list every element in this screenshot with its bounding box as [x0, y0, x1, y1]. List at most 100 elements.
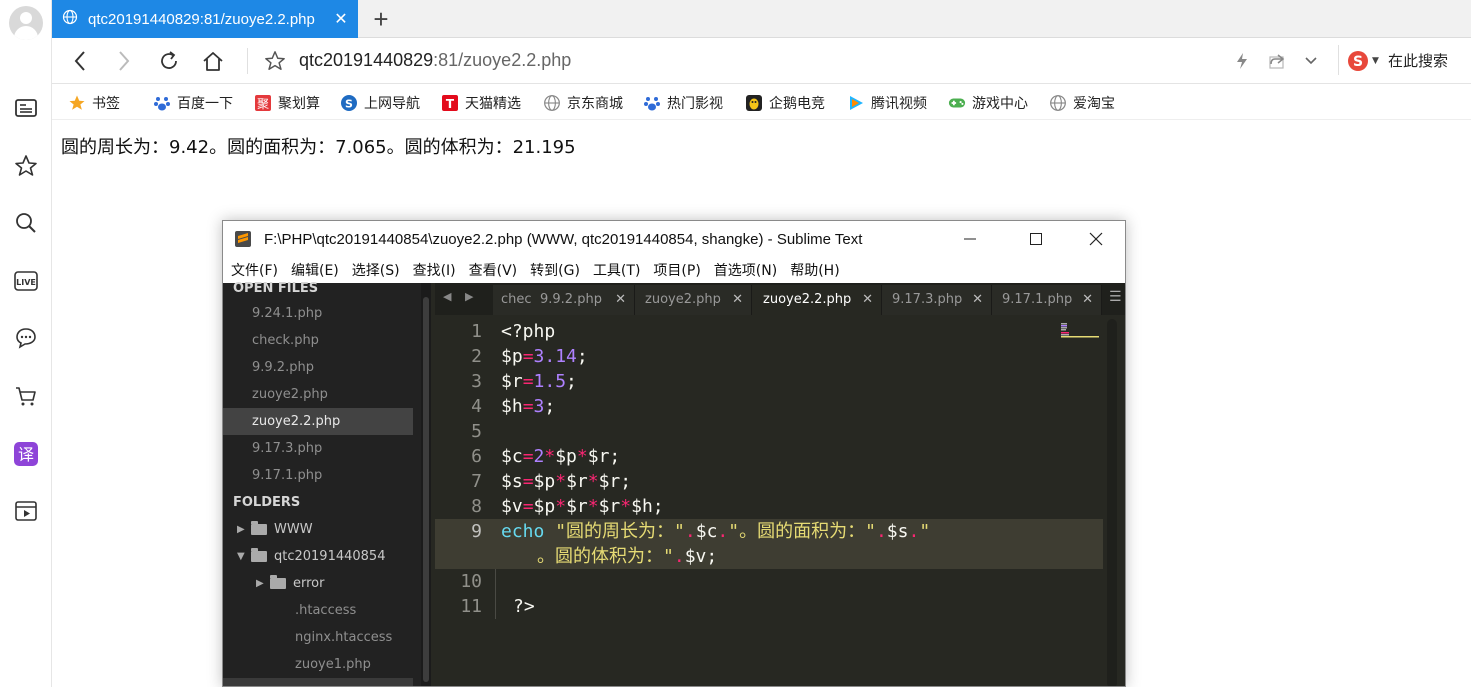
- bookmark-item[interactable]: 腾讯视频: [847, 93, 927, 113]
- tab-close-icon[interactable]: ✕: [862, 285, 873, 315]
- tab-close-icon[interactable]: ✕: [1082, 285, 1093, 315]
- tab-close-icon[interactable]: ✕: [972, 285, 983, 315]
- svg-text:T: T: [446, 97, 455, 111]
- tab-close-button[interactable]: ✕: [330, 9, 352, 29]
- open-file-item[interactable]: 9.9.2.php: [223, 354, 413, 381]
- svg-text:S: S: [345, 98, 353, 111]
- open-file-item[interactable]: 9.17.3.php: [223, 435, 413, 462]
- code-line: $p=3.14;: [501, 346, 588, 367]
- code-line: ?>: [513, 596, 535, 617]
- open-file-item[interactable]: 9.24.1.php: [223, 300, 413, 327]
- globe-icon: [1049, 94, 1067, 112]
- menu-goto[interactable]: 转到(G): [530, 260, 580, 280]
- search-engine-selector[interactable]: S ▼: [1347, 50, 1379, 72]
- share-icon[interactable]: [1262, 46, 1292, 76]
- bookmark-item[interactable]: 爱淘宝: [1049, 93, 1115, 113]
- bookmark-item[interactable]: 游戏中心: [948, 93, 1028, 113]
- tab-close-icon[interactable]: ✕: [732, 285, 743, 315]
- bookmark-item[interactable]: T 天猫精选: [441, 93, 521, 113]
- sogou-logo-icon: S: [1348, 51, 1368, 71]
- tab-scroll-right-icon[interactable]: ▶: [465, 290, 473, 303]
- url-field[interactable]: qtc20191440829:81/zuoye2.2.php: [299, 50, 571, 71]
- open-file-item[interactable]: check.php: [223, 327, 413, 354]
- bookmark-item[interactable]: 京东商城: [543, 93, 623, 113]
- code-line: $h=3;: [501, 396, 556, 417]
- tab-close-icon[interactable]: ✕: [615, 285, 626, 315]
- tab-menu-icon[interactable]: ☰: [1109, 289, 1122, 305]
- news-icon[interactable]: [12, 94, 40, 122]
- menu-view[interactable]: 查看(V): [469, 260, 518, 280]
- menu-project[interactable]: 项目(P): [653, 260, 700, 280]
- menu-edit[interactable]: 编辑(E): [291, 260, 339, 280]
- editor-tab[interactable]: zuoye2.php ✕: [635, 285, 752, 315]
- line-number-gutter: 1 2 3 4 5 6 7 8 9 10 11: [435, 315, 493, 686]
- avatar[interactable]: [9, 6, 43, 40]
- folder-file-item[interactable]: nginx.htaccess: [223, 624, 421, 651]
- bookmark-item[interactable]: 热门影视: [643, 93, 723, 113]
- browser-tab-active[interactable]: qtc20191440829:81/zuoye2.2.php ✕: [52, 0, 358, 38]
- live-icon[interactable]: LIVE: [12, 267, 40, 295]
- editor-tab[interactable]: chec: [493, 285, 533, 315]
- open-file-item-active[interactable]: zuoye2.2.php: [223, 408, 413, 435]
- folder-icon: [251, 521, 267, 535]
- menu-find[interactable]: 查找(I): [413, 260, 456, 280]
- code-line-wrapped: 。圆的体积为：".$v;: [537, 546, 718, 567]
- open-file-item[interactable]: 9.17.1.php: [223, 462, 413, 489]
- editor-tab[interactable]: 9.9.2.php ✕: [532, 285, 635, 315]
- url-path: :81/zuoye2.2.php: [433, 50, 572, 70]
- back-button[interactable]: [65, 46, 95, 76]
- editor-scrollbar[interactable]: [1107, 319, 1117, 686]
- lightning-icon[interactable]: [1227, 46, 1257, 76]
- tab-scroll-left-icon[interactable]: ◀: [443, 290, 451, 303]
- menu-selection[interactable]: 选择(S): [352, 260, 400, 280]
- menu-preferences[interactable]: 首选项(N): [714, 260, 777, 280]
- folder-item[interactable]: ▶ WWW: [237, 516, 313, 543]
- bookmark-item[interactable]: S 上网导航: [340, 93, 420, 113]
- open-file-item[interactable]: zuoye2.php: [223, 381, 413, 408]
- translate-icon[interactable]: 译: [12, 440, 40, 468]
- gamepad-icon: [948, 94, 966, 112]
- code-line: $s=$p*$r*$r;: [501, 471, 632, 492]
- chevron-right-icon: ▶: [237, 524, 245, 535]
- video-icon[interactable]: [12, 497, 40, 525]
- minimap[interactable]: [1061, 323, 1103, 339]
- code-line: $r=1.5;: [501, 371, 577, 392]
- reload-button[interactable]: [154, 46, 184, 76]
- maximize-button[interactable]: [1013, 221, 1059, 257]
- svg-text:LIVE: LIVE: [16, 278, 36, 287]
- bookmark-item[interactable]: 企鹅电竞: [745, 93, 825, 113]
- chevron-down-icon[interactable]: [1296, 46, 1326, 76]
- search-icon[interactable]: [12, 209, 40, 237]
- editor-tab-strip: ◀ ▶ chec 9.9.2.php ✕ zuoye2.php ✕ zuoye2.2…: [435, 283, 1125, 315]
- home-button[interactable]: [198, 46, 228, 76]
- bookmark-item[interactable]: 百度一下: [153, 93, 233, 113]
- editor-tab[interactable]: 9.17.3.php ✕: [882, 285, 992, 315]
- folder-item[interactable]: ▼ qtc20191440854: [237, 543, 385, 570]
- bookmark-item[interactable]: 聚聚划算: [254, 93, 320, 113]
- close-button[interactable]: [1073, 221, 1119, 257]
- search-box[interactable]: 在此搜索: [1388, 50, 1448, 71]
- chat-icon[interactable]: [12, 324, 40, 352]
- svg-text:译: 译: [18, 445, 34, 464]
- tab-title: qtc20191440829:81/zuoye2.2.php: [88, 10, 315, 28]
- minimize-button[interactable]: [947, 221, 993, 257]
- folder-file-item[interactable]: .htaccess: [223, 597, 421, 624]
- sidebar-scrollbar[interactable]: [421, 283, 431, 686]
- bookmark-star-icon[interactable]: [260, 46, 290, 76]
- editor-tab[interactable]: 9.17.1.php ✕: [992, 285, 1102, 315]
- editor-tab-active[interactable]: zuoye2.2.php ✕: [752, 285, 882, 315]
- folder-file-item-partial[interactable]: [223, 678, 413, 686]
- bookmark-item[interactable]: 书签: [68, 93, 120, 113]
- menu-tools[interactable]: 工具(T): [593, 260, 640, 280]
- cart-icon[interactable]: [12, 382, 40, 410]
- folder-file-item[interactable]: zuoye1.php: [223, 651, 421, 678]
- new-tab-button[interactable]: +: [366, 4, 396, 34]
- url-host: qtc20191440829: [299, 50, 434, 70]
- folder-item[interactable]: ▶ error: [256, 570, 324, 597]
- menu-help[interactable]: 帮助(H): [790, 260, 839, 280]
- favorites-icon[interactable]: [12, 152, 40, 180]
- forward-button[interactable]: [109, 46, 139, 76]
- menu-file[interactable]: 文件(F): [231, 260, 278, 280]
- folders-heading: FOLDERS: [233, 495, 301, 510]
- code-editor[interactable]: <?php $p=3.14; $r=1.5; $h=3; $c=2*$p*$r;…: [493, 315, 1103, 686]
